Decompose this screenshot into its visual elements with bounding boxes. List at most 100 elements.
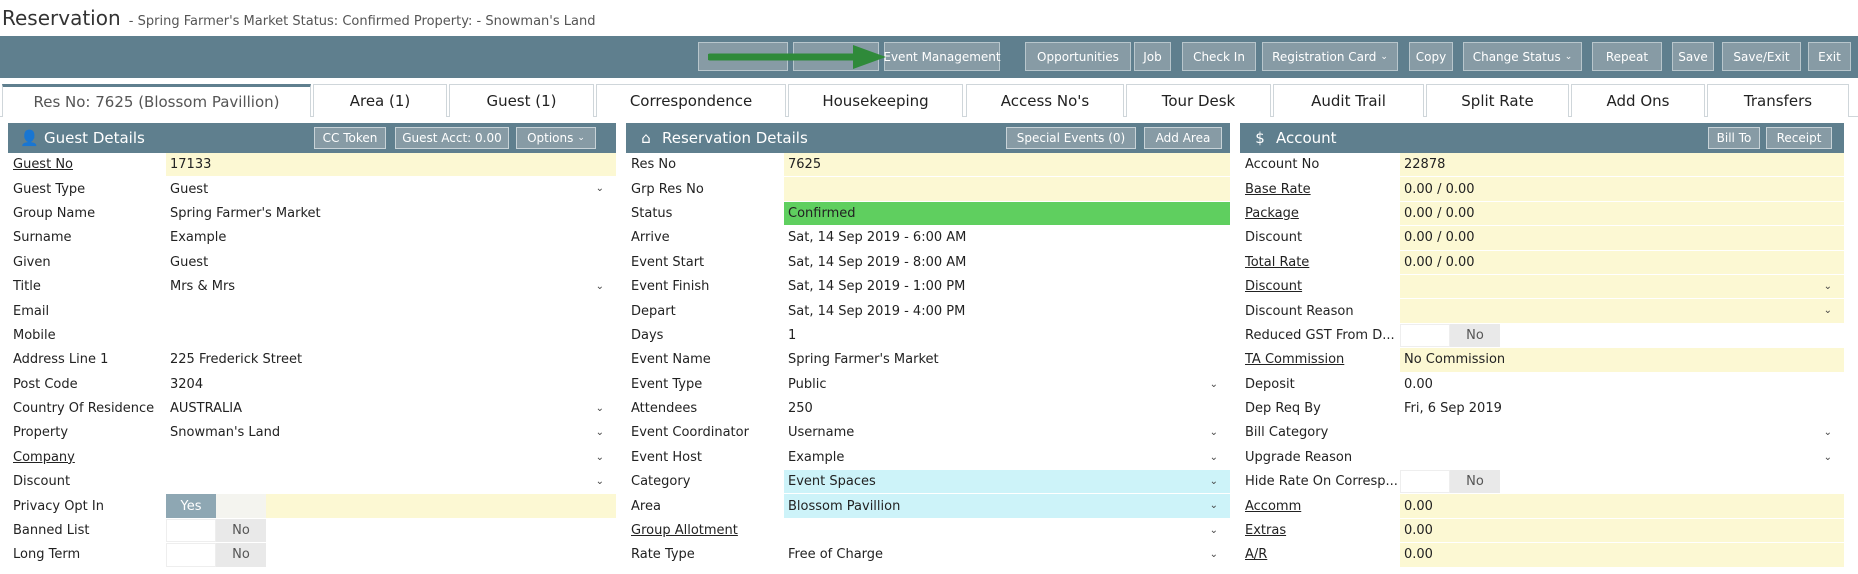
field-value-deposit[interactable]: 0.00 (1400, 373, 1844, 396)
toggle-no[interactable]: No (1450, 470, 1500, 494)
toolbar-button-save-exit[interactable]: Save/Exit (1722, 42, 1801, 71)
field-value-days[interactable]: 1 (784, 324, 1230, 347)
field-value-attendees[interactable]: 250 (784, 397, 1230, 420)
field-value-property[interactable]: Snowman's Land ⌄ (166, 421, 616, 444)
field-value-account-no[interactable]: 22878 (1400, 153, 1844, 177)
tab-split-rate[interactable]: Split Rate (1426, 84, 1569, 117)
field-label-package[interactable]: Package (1240, 206, 1400, 221)
field-value-grp-res-no[interactable] (784, 177, 1230, 201)
field-label-total-rate[interactable]: Total Rate (1240, 255, 1400, 270)
field-value-discount[interactable]: 0.00 / 0.00 (1400, 226, 1844, 250)
field-value-given[interactable]: Guest (166, 251, 616, 274)
toggle-yes[interactable]: Yes (166, 494, 216, 518)
toggle-yes-slot[interactable] (166, 543, 216, 567)
header-button-guest-acct-0-00[interactable]: Guest Acct: 0.00 (395, 127, 509, 149)
toolbar-button-opportunities[interactable]: Opportunities (1025, 42, 1131, 71)
field-value-address-line-1[interactable]: 225 Frederick Street (166, 348, 616, 371)
toggle-no[interactable]: No (216, 518, 266, 543)
field-value-upgrade-reason[interactable]: ⌄ (1400, 446, 1844, 469)
header-button-bill-to[interactable]: Bill To (1708, 127, 1760, 149)
toolbar-button-check-in[interactable]: Check In (1182, 42, 1256, 71)
tab-guest-1[interactable]: Guest (1) (449, 84, 594, 117)
tab-transfers[interactable]: Transfers (1707, 84, 1849, 117)
field-value-guest-type[interactable]: Guest ⌄ (166, 177, 616, 200)
toggle-yes-slot[interactable] (1400, 323, 1450, 348)
toolbar-button-save[interactable]: Save (1672, 42, 1714, 71)
field-value-event-host[interactable]: Example ⌄ (784, 446, 1230, 469)
field-value-mobile[interactable] (166, 324, 616, 347)
field-value-category[interactable]: Event Spaces ⌄ (784, 470, 1230, 494)
tab-access-no-s[interactable]: Access No's (966, 84, 1124, 117)
field-value-discount[interactable]: ⌄ (166, 470, 616, 493)
toolbar-button-copy[interactable]: Copy (1409, 42, 1453, 71)
toggle-yes-slot[interactable] (1400, 470, 1450, 494)
field-value-base-rate[interactable]: 0.00 / 0.00 (1400, 177, 1844, 201)
toggle-long-term[interactable]: No (166, 543, 266, 567)
tab-correspondence[interactable]: Correspondence (596, 84, 786, 117)
field-value-package[interactable]: 0.00 / 0.00 (1400, 201, 1844, 226)
field-label-extras[interactable]: Extras (1240, 523, 1400, 538)
toggle-privacy-opt-in[interactable]: Yes (166, 494, 616, 518)
tab-add-ons[interactable]: Add Ons (1571, 84, 1705, 117)
toggle-hide-rate-on-corresp[interactable]: No (1400, 470, 1500, 494)
field-value-event-finish[interactable]: Sat, 14 Sep 2019 - 1:00 PM (784, 275, 1230, 298)
toggle-banned-list[interactable]: No (166, 518, 266, 543)
field-value-surname[interactable]: Example (166, 226, 616, 249)
field-label-a-r[interactable]: A/R (1240, 547, 1400, 562)
field-value-depart[interactable]: Sat, 14 Sep 2019 - 4:00 PM (784, 299, 1230, 322)
header-button-receipt[interactable]: Receipt (1766, 127, 1832, 149)
field-label-base-rate[interactable]: Base Rate (1240, 182, 1400, 197)
field-label-discount[interactable]: Discount (1240, 279, 1400, 294)
toggle-yes-slot[interactable] (166, 518, 216, 543)
field-label-group-allotment[interactable]: Group Allotment (626, 523, 784, 538)
tab-housekeeping[interactable]: Housekeeping (788, 84, 963, 117)
tab-area-1[interactable]: Area (1) (313, 84, 447, 117)
header-button-special-events-0[interactable]: Special Events (0) (1006, 127, 1136, 149)
toggle-no[interactable]: No (216, 543, 266, 567)
field-value-group-allotment[interactable]: ⌄ (784, 519, 1230, 542)
toolbar-button-job[interactable]: Job (1134, 42, 1171, 71)
tab-tour-desk[interactable]: Tour Desk (1126, 84, 1271, 117)
field-label-ta-commission[interactable]: TA Commission (1240, 352, 1400, 367)
tab-res-no[interactable]: Res No: 7625 (Blossom Pavillion) (2, 84, 311, 117)
tab-audit-trail[interactable]: Audit Trail (1273, 84, 1424, 117)
toggle-no-slot[interactable] (216, 494, 266, 518)
header-button-cc-token[interactable]: CC Token (314, 127, 386, 149)
field-value-discount-reason[interactable]: ⌄ (1400, 299, 1844, 323)
field-value-accomm[interactable]: 0.00 (1400, 494, 1844, 518)
field-value-title[interactable]: Mrs & Mrs ⌄ (166, 275, 616, 298)
field-value-dep-req-by[interactable]: Fri, 6 Sep 2019 (1400, 397, 1844, 420)
field-value-country-of-residence[interactable]: AUSTRALIA ⌄ (166, 397, 616, 420)
header-button-options[interactable]: Options ⌄ (516, 127, 596, 149)
header-button-add-area[interactable]: Add Area (1144, 127, 1222, 149)
toolbar-button-event-management[interactable]: Event Management (883, 42, 1001, 71)
field-label-accomm[interactable]: Accomm (1240, 499, 1400, 514)
field-value-area[interactable]: Blossom Pavillion ⌄ (784, 494, 1230, 518)
field-value-post-code[interactable]: 3204 (166, 373, 616, 396)
toolbar-button-exit[interactable]: Exit (1808, 42, 1851, 71)
field-value-res-no[interactable]: 7625 (784, 153, 1230, 177)
toolbar-button-repeat[interactable]: Repeat (1592, 42, 1662, 71)
field-value-event-start[interactable]: Sat, 14 Sep 2019 - 8:00 AM (784, 251, 1230, 274)
field-value-a-r[interactable]: 0.00 (1400, 543, 1844, 567)
toggle-no[interactable]: No (1450, 323, 1500, 348)
field-value-event-name[interactable]: Spring Farmer's Market (784, 348, 1230, 371)
field-value-discount[interactable]: ⌄ (1400, 274, 1844, 299)
field-label-guest-no[interactable]: Guest No (8, 157, 166, 172)
toolbar-button-change-status[interactable]: Change Status ⌄ (1463, 42, 1582, 71)
field-value-rate-type[interactable]: Free of Charge ⌄ (784, 543, 1230, 566)
field-value-ta-commission[interactable]: No Commission (1400, 348, 1844, 372)
field-value-event-coordinator[interactable]: Username ⌄ (784, 421, 1230, 444)
field-value-guest-no[interactable]: 17133 (166, 153, 616, 177)
field-value-company[interactable]: ⌄ (166, 446, 616, 469)
field-value-arrive[interactable]: Sat, 14 Sep 2019 - 6:00 AM (784, 226, 1230, 249)
field-value-event-type[interactable]: Public ⌄ (784, 373, 1230, 396)
field-value-email[interactable] (166, 299, 616, 322)
field-value-group-name[interactable]: Spring Farmer's Market (166, 202, 616, 225)
field-label-company[interactable]: Company (8, 450, 166, 465)
field-value-total-rate[interactable]: 0.00 / 0.00 (1400, 250, 1844, 274)
toggle-reduced-gst-from-d[interactable]: No (1400, 323, 1500, 348)
toolbar-button-registration-card[interactable]: Registration Card ⌄ (1262, 42, 1398, 71)
field-value-bill-category[interactable]: ⌄ (1400, 421, 1844, 444)
field-value-extras[interactable]: 0.00 (1400, 518, 1844, 543)
